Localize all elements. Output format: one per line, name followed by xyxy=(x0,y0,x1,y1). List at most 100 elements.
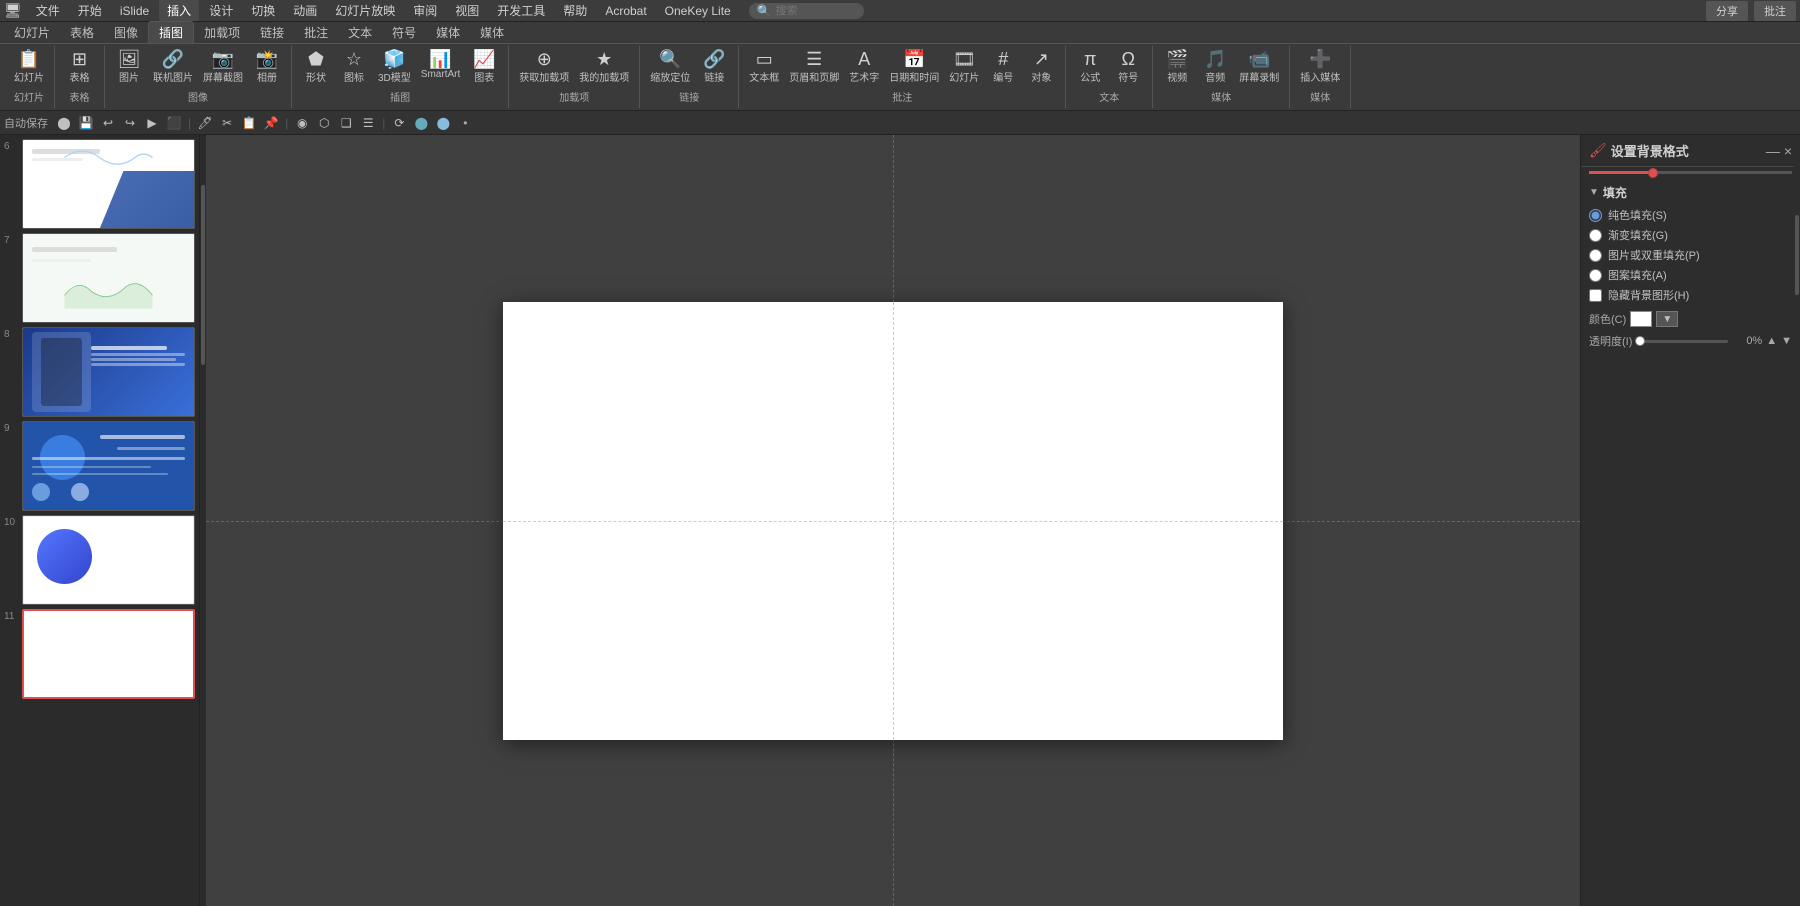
ribbon-btn-new-slide[interactable]: 📋 幻灯片 xyxy=(10,48,48,86)
panel-scrollbar-thumb[interactable] xyxy=(1795,215,1799,295)
slide-item-10[interactable]: 10 xyxy=(4,515,195,605)
slide-item-6[interactable]: 6 xyxy=(4,139,195,229)
ribbon-btn-object[interactable]: ↗ 对象 xyxy=(1023,48,1059,86)
present-button[interactable]: 批注 xyxy=(1754,1,1796,21)
tab-图像[interactable]: 图像 xyxy=(104,22,148,43)
menu-insert[interactable]: 插入 xyxy=(159,0,199,21)
qa-cursor[interactable]: 🖊 xyxy=(195,113,215,133)
qa-stop[interactable]: ⬛ xyxy=(164,113,184,133)
tab-文本[interactable]: 文本 xyxy=(338,22,382,43)
radio-solid-input[interactable] xyxy=(1589,209,1602,222)
slide-thumb-9[interactable] xyxy=(22,421,195,511)
menu-help[interactable]: 帮助 xyxy=(555,0,595,21)
ribbon-btn-number[interactable]: # 编号 xyxy=(985,48,1021,86)
panel-top-slider[interactable] xyxy=(1589,171,1792,174)
menu-acrobat[interactable]: Acrobat xyxy=(597,2,654,20)
ribbon-btn-my-addins[interactable]: ★ 我的加载项 xyxy=(575,48,633,86)
menu-start[interactable]: 开始 xyxy=(70,0,110,21)
transparency-slider[interactable] xyxy=(1636,340,1728,343)
tab-幻灯片[interactable]: 幻灯片 xyxy=(4,22,60,43)
ribbon-btn-chart[interactable]: 📈 图表 xyxy=(466,48,502,86)
qa-cut[interactable]: ✂ xyxy=(217,113,237,133)
menu-dev[interactable]: 开发工具 xyxy=(489,0,553,21)
search-input[interactable] xyxy=(776,5,856,17)
slide-item-9[interactable]: 9 xyxy=(4,421,195,511)
color-swatch[interactable] xyxy=(1630,311,1652,327)
menu-file[interactable]: 文件 xyxy=(28,0,68,21)
slide-canvas[interactable] xyxy=(503,302,1283,740)
tab-批注[interactable]: 批注 xyxy=(294,22,338,43)
ribbon-btn-datetime[interactable]: 📅 日期和时间 xyxy=(885,48,943,86)
qa-autosave-toggle[interactable]: ⬤ xyxy=(54,113,74,133)
slide-thumb-6[interactable] xyxy=(22,139,195,229)
qa-shape[interactable]: ⬡ xyxy=(314,113,334,133)
share-button[interactable]: 分享 xyxy=(1706,1,1748,21)
menu-design[interactable]: 设计 xyxy=(201,0,241,21)
qa-dot3[interactable]: • xyxy=(455,113,475,133)
qa-redo[interactable]: ↪ xyxy=(120,113,140,133)
slide-item-8[interactable]: 8 xyxy=(4,327,195,417)
menu-slideshow[interactable]: 幻灯片放映 xyxy=(327,0,403,21)
ribbon-btn-screenshot[interactable]: 📷 屏幕截图 xyxy=(199,48,247,86)
slide-thumb-11[interactable] xyxy=(22,609,195,699)
checkbox-hide-bg[interactable]: 隐藏背景图形(H) xyxy=(1589,285,1792,305)
qa-rotate[interactable]: ⟳ xyxy=(389,113,409,133)
menu-islide[interactable]: iSlide xyxy=(112,2,157,20)
ribbon-btn-slidenumber[interactable]: 🎞 幻灯片 xyxy=(945,48,983,86)
radio-gradient-fill[interactable]: 渐变填充(G) xyxy=(1589,225,1792,245)
radio-gradient-input[interactable] xyxy=(1589,229,1602,242)
slide-thumb-10[interactable] xyxy=(22,515,195,605)
tab-媒体2[interactable]: 媒体 xyxy=(470,22,514,43)
ribbon-btn-wordart[interactable]: A 艺术字 xyxy=(845,48,883,86)
qa-start-show[interactable]: ▶ xyxy=(142,113,162,133)
menu-review[interactable]: 审阅 xyxy=(405,0,445,21)
ribbon-btn-screenrec[interactable]: 📹 屏幕录制 xyxy=(1235,48,1283,86)
qa-paste[interactable]: 📌 xyxy=(261,113,281,133)
panel-minimize-button[interactable]: — xyxy=(1766,143,1780,159)
menu-view[interactable]: 视图 xyxy=(447,0,487,21)
slide-thumb-8[interactable] xyxy=(22,327,195,417)
ribbon-btn-get-addins[interactable]: ⊕ 获取加载项 xyxy=(515,48,573,86)
ribbon-btn-header-footer[interactable]: ☰ 页眉和页脚 xyxy=(785,48,843,86)
ribbon-btn-shapes[interactable]: ⬟ 形状 xyxy=(298,48,334,86)
radio-pattern-input[interactable] xyxy=(1589,269,1602,282)
ribbon-btn-online-picture[interactable]: 🔗 联机图片 xyxy=(149,48,197,86)
menu-transition[interactable]: 切换 xyxy=(243,0,283,21)
qa-dot2[interactable]: ⬤ xyxy=(433,113,453,133)
radio-picture-input[interactable] xyxy=(1589,249,1602,262)
transparency-decrement[interactable]: ▼ xyxy=(1781,335,1792,347)
tab-链接[interactable]: 链接 xyxy=(250,22,294,43)
panel-close-button[interactable]: × xyxy=(1784,143,1792,159)
qa-save[interactable]: 💾 xyxy=(76,113,96,133)
radio-pattern-fill[interactable]: 图案填充(A) xyxy=(1589,265,1792,285)
ribbon-btn-icons[interactable]: ☆ 图标 xyxy=(336,48,372,86)
tab-表格[interactable]: 表格 xyxy=(60,22,104,43)
checkbox-hide-bg-input[interactable] xyxy=(1589,289,1602,302)
color-picker-button[interactable]: ▼ xyxy=(1656,311,1678,327)
qa-arrange[interactable]: ☰ xyxy=(358,113,378,133)
ribbon-btn-zoom[interactable]: 🔍 缩放定位 xyxy=(646,48,694,86)
qa-align[interactable]: ◉ xyxy=(292,113,312,133)
radio-picture-fill[interactable]: 图片或双重填充(P) xyxy=(1589,245,1792,265)
transparency-increment[interactable]: ▲ xyxy=(1766,335,1777,347)
slide-item-11[interactable]: 11 xyxy=(4,609,195,699)
tab-媒体1[interactable]: 媒体 xyxy=(426,22,470,43)
ribbon-btn-picture[interactable]: 🖼 图片 xyxy=(111,48,147,86)
ribbon-btn-table[interactable]: ⊞ 表格 xyxy=(62,48,98,86)
menu-animation[interactable]: 动画 xyxy=(285,0,325,21)
tab-加载项[interactable]: 加载项 xyxy=(194,22,250,43)
ribbon-btn-audio[interactable]: 🎵 音频 xyxy=(1197,48,1233,86)
qa-copy[interactable]: 📋 xyxy=(239,113,259,133)
tab-插图[interactable]: 插图 xyxy=(148,21,194,43)
qa-dot1[interactable]: ⬤ xyxy=(411,113,431,133)
ribbon-btn-insert-media[interactable]: ➕ 插入媒体 xyxy=(1296,48,1344,86)
tab-符号[interactable]: 符号 xyxy=(382,22,426,43)
ribbon-btn-formula[interactable]: π 公式 xyxy=(1072,48,1108,86)
slide-thumb-7[interactable] xyxy=(22,233,195,323)
ribbon-btn-album[interactable]: 📸 相册 xyxy=(249,48,285,86)
ribbon-btn-smartart[interactable]: 📊 SmartArt xyxy=(417,48,464,82)
ribbon-btn-3d[interactable]: 🧊 3D模型 xyxy=(374,48,415,86)
ribbon-btn-symbol[interactable]: Ω 符号 xyxy=(1110,48,1146,86)
qa-group[interactable]: ❑ xyxy=(336,113,356,133)
section-collapse-icon[interactable]: ▼ xyxy=(1589,187,1599,198)
